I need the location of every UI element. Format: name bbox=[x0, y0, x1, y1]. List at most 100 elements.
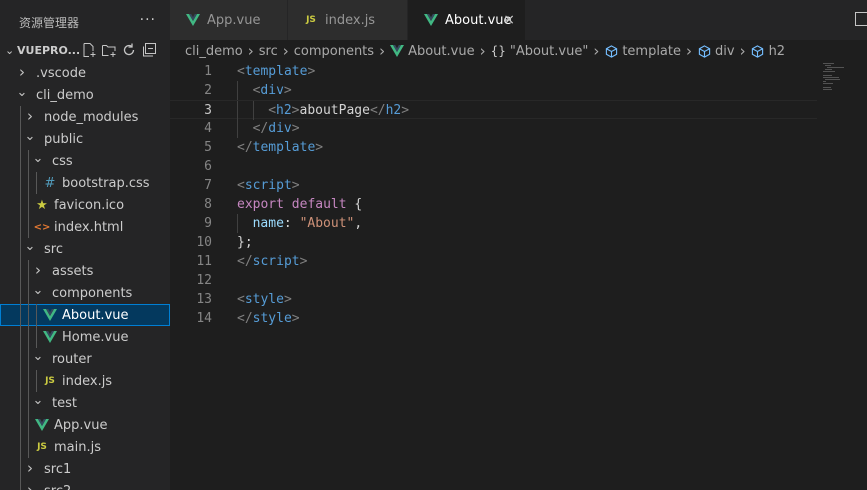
code-token: > bbox=[291, 178, 300, 193]
tree-folder[interactable]: › src1 bbox=[0, 458, 170, 480]
tree-folder[interactable]: › .vscode bbox=[0, 62, 170, 84]
more-actions-icon[interactable]: ··· bbox=[140, 12, 156, 28]
chevron-down-icon[interactable]: ⌄ bbox=[24, 129, 36, 144]
indent-guide bbox=[237, 119, 238, 138]
tree-folder[interactable]: ⌄ cli_demo bbox=[0, 84, 170, 106]
tree-folder[interactable]: ⌄ public bbox=[0, 128, 170, 150]
code-line[interactable]: 4 </div> bbox=[170, 119, 817, 138]
new-folder-icon[interactable] bbox=[101, 42, 119, 58]
code-line[interactable]: 1 <template> bbox=[170, 62, 817, 81]
chevron-right-icon[interactable]: › bbox=[24, 107, 36, 125]
chevron-down-icon[interactable]: ⌄ bbox=[32, 393, 44, 408]
code-text: name: "About", bbox=[253, 214, 363, 233]
collapse-all-icon[interactable] bbox=[141, 42, 159, 58]
tab-label: About.vue bbox=[445, 12, 512, 28]
tree-file[interactable]: App.vue bbox=[0, 414, 170, 436]
tree-file[interactable]: # bootstrap.css bbox=[0, 172, 170, 194]
code-line[interactable]: 12 bbox=[170, 271, 817, 290]
code-line[interactable]: 2 <div> bbox=[170, 81, 817, 100]
chevron-down-icon[interactable]: ⌄ bbox=[24, 239, 36, 254]
indent-guide bbox=[20, 304, 21, 326]
breadcrumb-label: template bbox=[622, 43, 681, 59]
chevron-right-icon[interactable]: › bbox=[32, 261, 44, 279]
vue-file-icon bbox=[390, 44, 405, 58]
close-icon[interactable]: × bbox=[503, 12, 515, 28]
tab-index-js[interactable]: JS index.js bbox=[288, 0, 408, 40]
breadcrumb-item[interactable]: src bbox=[259, 44, 278, 59]
indent-guide bbox=[28, 348, 29, 370]
tree-file[interactable]: JS main.js bbox=[0, 436, 170, 458]
tree-file[interactable]: Home.vue bbox=[0, 326, 170, 348]
tree-folder[interactable]: › assets bbox=[0, 260, 170, 282]
tree-file[interactable]: About.vue bbox=[0, 304, 170, 326]
indent-guide bbox=[36, 326, 37, 348]
indent-guide bbox=[20, 348, 21, 370]
breadcrumb-item[interactable]: components bbox=[294, 44, 374, 59]
tree-folder[interactable]: › node_modules bbox=[0, 106, 170, 128]
breadcrumb-label: src bbox=[258, 43, 278, 59]
chevron-down-icon[interactable]: ⌄ bbox=[32, 349, 44, 364]
minimap[interactable] bbox=[817, 62, 867, 490]
code-line[interactable]: 3 <h2>aboutPage</h2> bbox=[170, 100, 817, 120]
chevron-down-icon[interactable]: ⌄ bbox=[32, 151, 44, 166]
tree-folder[interactable]: ⌄ router bbox=[0, 348, 170, 370]
breadcrumb-item[interactable]: template bbox=[604, 44, 681, 59]
code-line[interactable]: 9 name: "About", bbox=[170, 214, 817, 233]
chevron-right-icon[interactable]: › bbox=[24, 481, 36, 490]
code-line[interactable]: 13 <style> bbox=[170, 290, 817, 309]
project-header[interactable]: ⌄ VUEPRO... bbox=[0, 39, 170, 61]
chevron-right-icon[interactable]: › bbox=[16, 63, 28, 81]
tree-folder[interactable]: ⌄ components bbox=[0, 282, 170, 304]
breadcrumb-item[interactable]: About.vue bbox=[390, 44, 475, 59]
split-editor-icon[interactable] bbox=[855, 12, 867, 26]
tree-item-label: router bbox=[52, 351, 92, 367]
code-line[interactable]: 7 <script> bbox=[170, 176, 817, 195]
tab-app-vue[interactable]: App.vue bbox=[170, 0, 288, 40]
breadcrumb-item[interactable]: h2 bbox=[751, 43, 786, 59]
code-line[interactable]: 11 </script> bbox=[170, 252, 817, 271]
tree-file[interactable]: <> index.html bbox=[0, 216, 170, 238]
code-text: <script> bbox=[237, 176, 300, 195]
code-token: > bbox=[283, 292, 292, 307]
indent-guide bbox=[28, 392, 29, 414]
indent-guide bbox=[20, 414, 21, 436]
code-line[interactable]: 5 </template> bbox=[170, 138, 817, 157]
tree-file[interactable]: JS index.js bbox=[0, 370, 170, 392]
tree-item-label: src1 bbox=[44, 461, 72, 477]
tree-folder[interactable]: ⌄ src bbox=[0, 238, 170, 260]
breadcrumb-item[interactable]: div bbox=[697, 44, 735, 59]
indent-guide bbox=[237, 214, 238, 233]
code-editor[interactable]: 1 <template> 2 <div> 3 <h2>aboutPage</h2> 4 </d… bbox=[170, 62, 817, 490]
code-text: </style> bbox=[237, 309, 300, 328]
tree-item-label: cli_demo bbox=[36, 87, 94, 103]
indent-guide bbox=[20, 392, 21, 414]
breadcrumb-item[interactable]: cli_demo bbox=[185, 44, 243, 59]
code-line[interactable]: 10}; bbox=[170, 233, 817, 252]
tree-file[interactable]: ★ favicon.ico bbox=[0, 194, 170, 216]
indent-guide bbox=[20, 436, 21, 458]
indent-guide bbox=[252, 101, 254, 120]
tab-label: index.js bbox=[325, 12, 376, 28]
tree-item-label: index.js bbox=[62, 373, 113, 389]
breadcrumb-item[interactable]: {} "About.vue" bbox=[491, 44, 589, 59]
code-line[interactable]: 6 bbox=[170, 157, 817, 176]
chevron-down-icon[interactable]: ⌄ bbox=[32, 283, 44, 298]
chevron-down-icon[interactable]: ⌄ bbox=[5, 44, 15, 57]
new-file-icon[interactable] bbox=[81, 42, 99, 58]
refresh-icon[interactable] bbox=[121, 42, 139, 58]
line-number: 9 bbox=[204, 216, 212, 231]
tree-folder[interactable]: › src2 bbox=[0, 480, 170, 490]
line-number: 6 bbox=[204, 159, 212, 174]
tree-folder[interactable]: ⌄ test bbox=[0, 392, 170, 414]
breadcrumb-label: h2 bbox=[768, 43, 786, 59]
chevron-down-icon[interactable]: ⌄ bbox=[16, 85, 28, 100]
breadcrumb-separator-icon: › bbox=[686, 42, 692, 60]
chevron-right-icon[interactable]: › bbox=[24, 459, 36, 477]
code-token: div bbox=[260, 83, 284, 98]
tree-folder[interactable]: ⌄ css bbox=[0, 150, 170, 172]
indent-guide bbox=[20, 260, 21, 282]
code-line[interactable]: 8 export default { bbox=[170, 195, 817, 214]
code-line[interactable]: 14 </style> bbox=[170, 309, 817, 328]
line-number: 10 bbox=[196, 235, 212, 250]
tab-about-vue[interactable]: About.vue × bbox=[408, 0, 526, 40]
